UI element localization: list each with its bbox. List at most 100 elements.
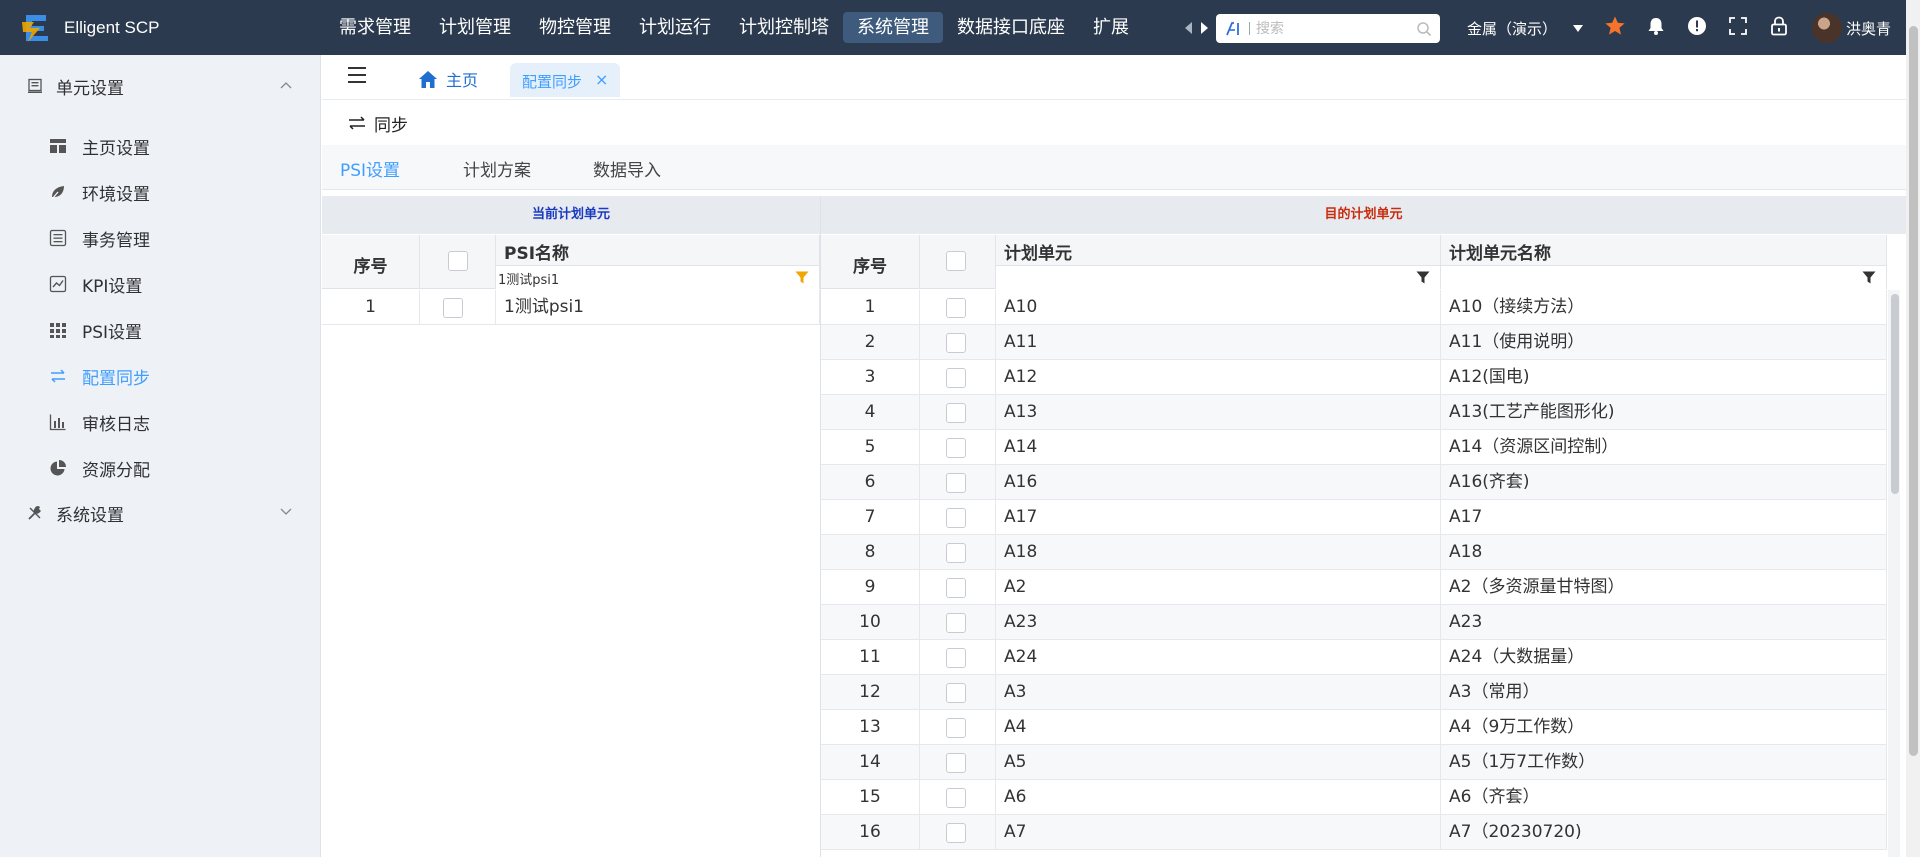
close-icon[interactable]: ×: [595, 70, 608, 89]
row-checkbox[interactable]: [946, 368, 966, 388]
row-checkbox[interactable]: [443, 298, 463, 318]
table-row[interactable]: 5 A14 A14（资源区间控制）: [821, 430, 1887, 465]
bell-icon[interactable]: [1645, 15, 1667, 37]
cell-plan-unit: A7: [996, 815, 1441, 850]
top-nav-item[interactable]: 系统管理: [843, 12, 943, 43]
cell-plan-unit-name: A18: [1441, 535, 1887, 570]
top-nav-item[interactable]: 数据接口底座: [943, 12, 1079, 43]
table-row[interactable]: 9 A2 A2（多资源量甘特图）: [821, 570, 1887, 605]
top-nav-item[interactable]: 需求管理: [325, 12, 425, 43]
column-header-psi-name[interactable]: PSI名称: [496, 235, 820, 289]
column-header-seq[interactable]: 序号: [821, 235, 920, 289]
row-checkbox[interactable]: [946, 473, 966, 493]
plan-unit-filter-input[interactable]: [998, 269, 1412, 287]
sidebar-group-unit-settings[interactable]: 单元设置: [0, 58, 320, 114]
row-checkbox[interactable]: [946, 788, 966, 808]
row-checkbox[interactable]: [946, 753, 966, 773]
row-checkbox[interactable]: [946, 403, 966, 423]
grid-scrollbar[interactable]: [1888, 290, 1900, 857]
cell-plan-unit: A13: [996, 395, 1441, 430]
table-row[interactable]: 10 A23 A23: [821, 605, 1887, 640]
filter-icon[interactable]: [795, 271, 809, 284]
plan-unit-name-filter-input[interactable]: [1443, 269, 1858, 287]
cell-select: [420, 290, 496, 325]
row-checkbox[interactable]: [946, 823, 966, 843]
table-row[interactable]: 4 A13 A13(工艺产能图形化): [821, 395, 1887, 430]
row-checkbox[interactable]: [946, 683, 966, 703]
table-row[interactable]: 3 A12 A12(国电): [821, 360, 1887, 395]
table-row[interactable]: 7 A17 A17: [821, 500, 1887, 535]
row-checkbox[interactable]: [946, 648, 966, 668]
table-row[interactable]: 1 1测试psi1: [322, 290, 820, 325]
cell-plan-unit: A24: [996, 640, 1441, 675]
nav-scroll-arrows[interactable]: [1185, 18, 1209, 36]
tab-data-import[interactable]: 数据导入: [593, 156, 661, 181]
menu-toggle-icon[interactable]: [348, 67, 366, 83]
app-logo[interactable]: Elligent SCP: [20, 12, 159, 44]
row-checkbox[interactable]: [946, 438, 966, 458]
row-checkbox[interactable]: [946, 718, 966, 738]
nav-scroll-left-icon[interactable]: [1185, 22, 1192, 34]
row-checkbox[interactable]: [946, 578, 966, 598]
column-header-seq[interactable]: 序号: [322, 235, 420, 289]
cell-seq: 15: [821, 780, 920, 815]
table-row[interactable]: 14 A5 A5（1万7工作数）: [821, 745, 1887, 780]
scrollbar-thumb[interactable]: [1891, 294, 1899, 494]
row-checkbox[interactable]: [946, 298, 966, 318]
fullscreen-icon[interactable]: [1727, 15, 1749, 37]
alert-icon[interactable]: [1686, 15, 1708, 37]
search-input[interactable]: [1256, 19, 1406, 38]
top-nav-item[interactable]: 计划控制塔: [725, 12, 843, 43]
select-all-checkbox[interactable]: [946, 251, 966, 271]
table-row[interactable]: 15 A6 A6（齐套）: [821, 780, 1887, 815]
user-menu[interactable]: 洪奥青: [1812, 13, 1891, 43]
row-checkbox[interactable]: [946, 613, 966, 633]
filter-icon[interactable]: [1416, 271, 1430, 284]
tab-plan-scheme[interactable]: 计划方案: [463, 156, 531, 181]
top-nav-item[interactable]: 扩展: [1079, 12, 1143, 43]
sync-button-label: 同步: [374, 115, 408, 136]
column-filter-row: [996, 265, 1440, 289]
scrollbar-thumb[interactable]: [1909, 26, 1918, 756]
tab-home[interactable]: 主页: [418, 65, 478, 93]
tenant-selector[interactable]: 金属（演示）: [1467, 17, 1584, 39]
tab-config-sync[interactable]: 配置同步 ×: [510, 63, 620, 97]
tab-psi-settings[interactable]: PSI设置: [340, 156, 400, 181]
sync-button[interactable]: 同步: [348, 111, 408, 136]
row-checkbox[interactable]: [946, 543, 966, 563]
cell-plan-unit: A10: [996, 290, 1441, 325]
sidebar-group-system-settings[interactable]: 系统设置: [0, 485, 320, 541]
search-icon[interactable]: [1416, 21, 1432, 37]
cell-seq: 11: [821, 640, 920, 675]
table-row[interactable]: 12 A3 A3（常用）: [821, 675, 1887, 710]
cell-select: [920, 780, 996, 815]
star-icon[interactable]: [1604, 15, 1626, 37]
column-header-plan-unit-name[interactable]: 计划单元名称: [1441, 235, 1887, 289]
page-scrollbar[interactable]: [1906, 0, 1920, 857]
row-checkbox[interactable]: [946, 508, 966, 528]
sync-arrows-icon: [349, 116, 365, 130]
table-row[interactable]: 11 A24 A24（大数据量）: [821, 640, 1887, 675]
column-header-plan-unit[interactable]: 计划单元: [996, 235, 1441, 289]
filter-icon[interactable]: [1862, 271, 1876, 284]
row-checkbox[interactable]: [946, 333, 966, 353]
select-all-checkbox[interactable]: [448, 251, 468, 271]
table-row[interactable]: 8 A18 A18: [821, 535, 1887, 570]
top-nav-item[interactable]: 计划运行: [625, 12, 725, 43]
table-row[interactable]: 1 A10 A10（接续方法）: [821, 290, 1887, 325]
cell-seq: 9: [821, 570, 920, 605]
cell-select: [920, 675, 996, 710]
cell-plan-unit-name: A3（常用）: [1441, 675, 1887, 710]
ai-search-icon[interactable]: [1224, 20, 1242, 38]
nav-scroll-right-icon[interactable]: [1201, 22, 1208, 34]
cell-seq: 3: [821, 360, 920, 395]
table-row[interactable]: 13 A4 A4（9万工作数）: [821, 710, 1887, 745]
top-nav-item[interactable]: 计划管理: [425, 12, 525, 43]
psi-name-filter-input[interactable]: [498, 269, 791, 287]
table-row[interactable]: 16 A7 A7（20230720): [821, 815, 1887, 850]
top-nav-item[interactable]: 物控管理: [525, 12, 625, 43]
table-row[interactable]: 2 A11 A11（使用说明）: [821, 325, 1887, 360]
cell-plan-unit-name: A23: [1441, 605, 1887, 640]
table-row[interactable]: 6 A16 A16(齐套): [821, 465, 1887, 500]
lock-icon[interactable]: [1768, 15, 1790, 37]
